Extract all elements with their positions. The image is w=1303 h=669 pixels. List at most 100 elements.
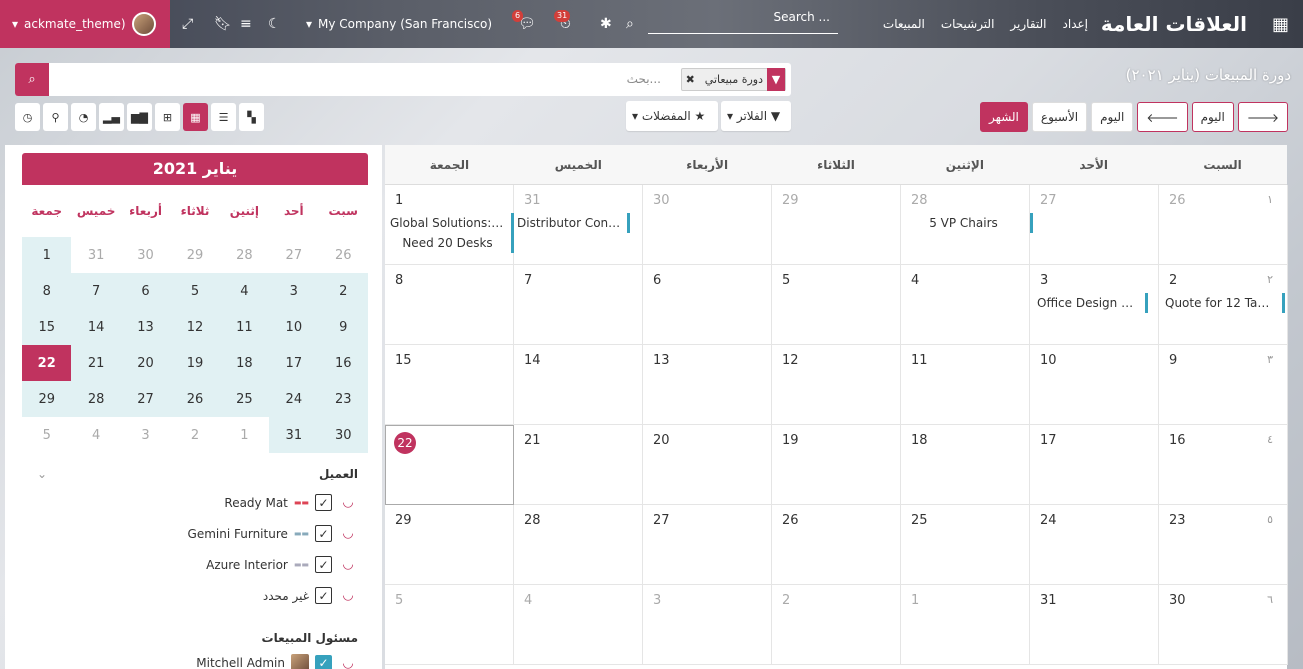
- filter-item[interactable]: Ready Mat ▬▬ ✓ ◡: [28, 487, 358, 518]
- search-icon[interactable]: ⌕: [626, 0, 634, 48]
- calendar-event[interactable]: Office Design an...: [1037, 293, 1148, 313]
- mini-day[interactable]: 12: [170, 309, 220, 345]
- mini-day[interactable]: 3: [121, 417, 170, 453]
- today-button[interactable]: اليوم: [1191, 102, 1234, 132]
- search-facet[interactable]: ✖ دورة مبيعاتي ▼: [680, 68, 786, 91]
- prev-button[interactable]: 🡐: [1137, 102, 1188, 132]
- user-menu[interactable]: ▾ ackmate_theme): [0, 0, 170, 48]
- mini-day[interactable]: 27: [120, 381, 171, 417]
- list-view-icon[interactable]: ☰: [211, 103, 236, 131]
- filter-checkbox[interactable]: ✓: [315, 494, 332, 511]
- mini-day[interactable]: 10: [269, 309, 319, 345]
- moon-icon[interactable]: ☾: [268, 0, 281, 48]
- apps-grid-icon[interactable]: ▦: [1272, 0, 1289, 48]
- favorites-dropdown[interactable]: ▾ المفضلات ★: [626, 101, 718, 131]
- mini-day[interactable]: 1: [22, 237, 72, 273]
- search-button[interactable]: ⌕: [15, 63, 49, 96]
- mini-day-today[interactable]: 22: [22, 345, 72, 381]
- remove-filter-icon[interactable]: ◡: [338, 557, 358, 572]
- mini-day[interactable]: 30: [121, 237, 170, 273]
- mini-day[interactable]: 3: [269, 273, 319, 309]
- day-cell[interactable]: 17: [1030, 425, 1159, 505]
- day-cell[interactable]: 8: [385, 265, 514, 345]
- bug-icon[interactable]: ✱: [600, 0, 612, 48]
- mini-day[interactable]: 18: [219, 345, 270, 381]
- mini-day[interactable]: 27: [269, 237, 318, 273]
- day-cell[interactable]: 25: [901, 505, 1030, 585]
- menu-item-sales[interactable]: المبيعات: [883, 17, 925, 31]
- activity-icon[interactable]: ⏲ 31: [554, 0, 571, 48]
- filter-item[interactable]: غير محدد ✓ ◡: [28, 580, 358, 611]
- facet-remove-icon[interactable]: ✖: [682, 73, 699, 86]
- mini-day[interactable]: 31: [269, 417, 319, 453]
- mini-day[interactable]: 14: [71, 309, 121, 345]
- day-cell[interactable]: 30 ٦: [1159, 585, 1288, 665]
- mini-day[interactable]: 20: [120, 345, 171, 381]
- mini-day[interactable]: 8: [22, 273, 72, 309]
- mini-day[interactable]: 1: [220, 417, 269, 453]
- next-button[interactable]: 🡒: [1237, 102, 1288, 132]
- day-cell[interactable]: 5: [385, 585, 514, 665]
- day-button[interactable]: اليوم: [1091, 102, 1134, 132]
- day-cell[interactable]: 30: [643, 185, 772, 265]
- map-view-icon[interactable]: ⚲: [43, 103, 68, 131]
- filter-item[interactable]: Azure Interior ▬▬ ✓ ◡: [28, 549, 358, 580]
- hamburger-icon[interactable]: ≡: [240, 0, 252, 48]
- day-cell[interactable]: 24: [1030, 505, 1159, 585]
- mini-day[interactable]: 28: [220, 237, 269, 273]
- day-cell[interactable]: 10: [1030, 345, 1159, 425]
- kanban-view-icon[interactable]: ▚: [239, 103, 264, 131]
- menu-item-config[interactable]: إعداد: [1063, 17, 1088, 31]
- mini-day[interactable]: 9: [318, 309, 368, 345]
- day-cell[interactable]: 19: [772, 425, 901, 505]
- filters-dropdown[interactable]: ▾ الفلاتر ▼: [721, 101, 791, 131]
- calendar-event[interactable]: Distributor Contr...: [517, 213, 630, 233]
- mini-day[interactable]: 13: [120, 309, 171, 345]
- day-cell[interactable]: 14: [514, 345, 643, 425]
- day-cell[interactable]: 4: [514, 585, 643, 665]
- dashboard-view-icon[interactable]: ◔: [71, 103, 96, 131]
- calendar-event[interactable]: 5 VP Chairs: [903, 213, 1033, 233]
- mini-day[interactable]: 24: [269, 381, 319, 417]
- mini-day[interactable]: 11: [219, 309, 270, 345]
- day-cell[interactable]: 1: [901, 585, 1030, 665]
- filter-checkbox[interactable]: ✓: [315, 556, 332, 573]
- pivot-view-icon[interactable]: ⊞: [155, 103, 180, 131]
- mini-day[interactable]: 4: [219, 273, 270, 309]
- company-switcher[interactable]: ▾ My Company (San Francisco): [306, 0, 492, 48]
- mini-day[interactable]: 4: [71, 417, 120, 453]
- day-cell[interactable]: 3: [643, 585, 772, 665]
- mini-day[interactable]: 23: [318, 381, 368, 417]
- mini-day[interactable]: 31: [71, 237, 120, 273]
- mini-day[interactable]: 5: [22, 417, 71, 453]
- remove-filter-icon[interactable]: ◡: [338, 588, 358, 603]
- search-input[interactable]: بحث...: [627, 72, 661, 86]
- filter-checkbox[interactable]: ✓: [315, 587, 332, 604]
- mini-day[interactable]: 28: [71, 381, 121, 417]
- day-cell[interactable]: 29: [385, 505, 514, 585]
- mini-day[interactable]: 25: [219, 381, 270, 417]
- mini-day[interactable]: 29: [170, 237, 219, 273]
- mini-day[interactable]: 2: [170, 417, 219, 453]
- day-cell[interactable]: 28: [514, 505, 643, 585]
- day-cell[interactable]: 5: [772, 265, 901, 345]
- day-cell[interactable]: 29: [772, 185, 901, 265]
- mini-day[interactable]: 26: [319, 237, 368, 273]
- day-cell[interactable]: 27: [1030, 185, 1159, 265]
- calendar-event[interactable]: Need 20 Desks: [390, 233, 514, 253]
- mini-day[interactable]: 21: [71, 345, 121, 381]
- mini-day[interactable]: 17: [269, 345, 319, 381]
- month-button[interactable]: الشهر: [980, 102, 1028, 132]
- day-cell[interactable]: 12: [772, 345, 901, 425]
- day-cell[interactable]: 27: [643, 505, 772, 585]
- week-button[interactable]: الأسبوع: [1031, 102, 1088, 132]
- day-cell[interactable]: 11: [901, 345, 1030, 425]
- mini-day[interactable]: 19: [170, 345, 220, 381]
- filter-checkbox[interactable]: ✓: [315, 654, 332, 669]
- calendar-event[interactable]: Global Solutions: ...: [390, 213, 514, 233]
- cohort-view-icon[interactable]: ▂▄: [99, 103, 124, 131]
- filter-checkbox[interactable]: ✓: [315, 525, 332, 542]
- day-cell[interactable]: 22: [385, 425, 514, 505]
- chat-icon[interactable]: 💬︎ 6: [512, 0, 536, 48]
- mini-day[interactable]: 30: [318, 417, 368, 453]
